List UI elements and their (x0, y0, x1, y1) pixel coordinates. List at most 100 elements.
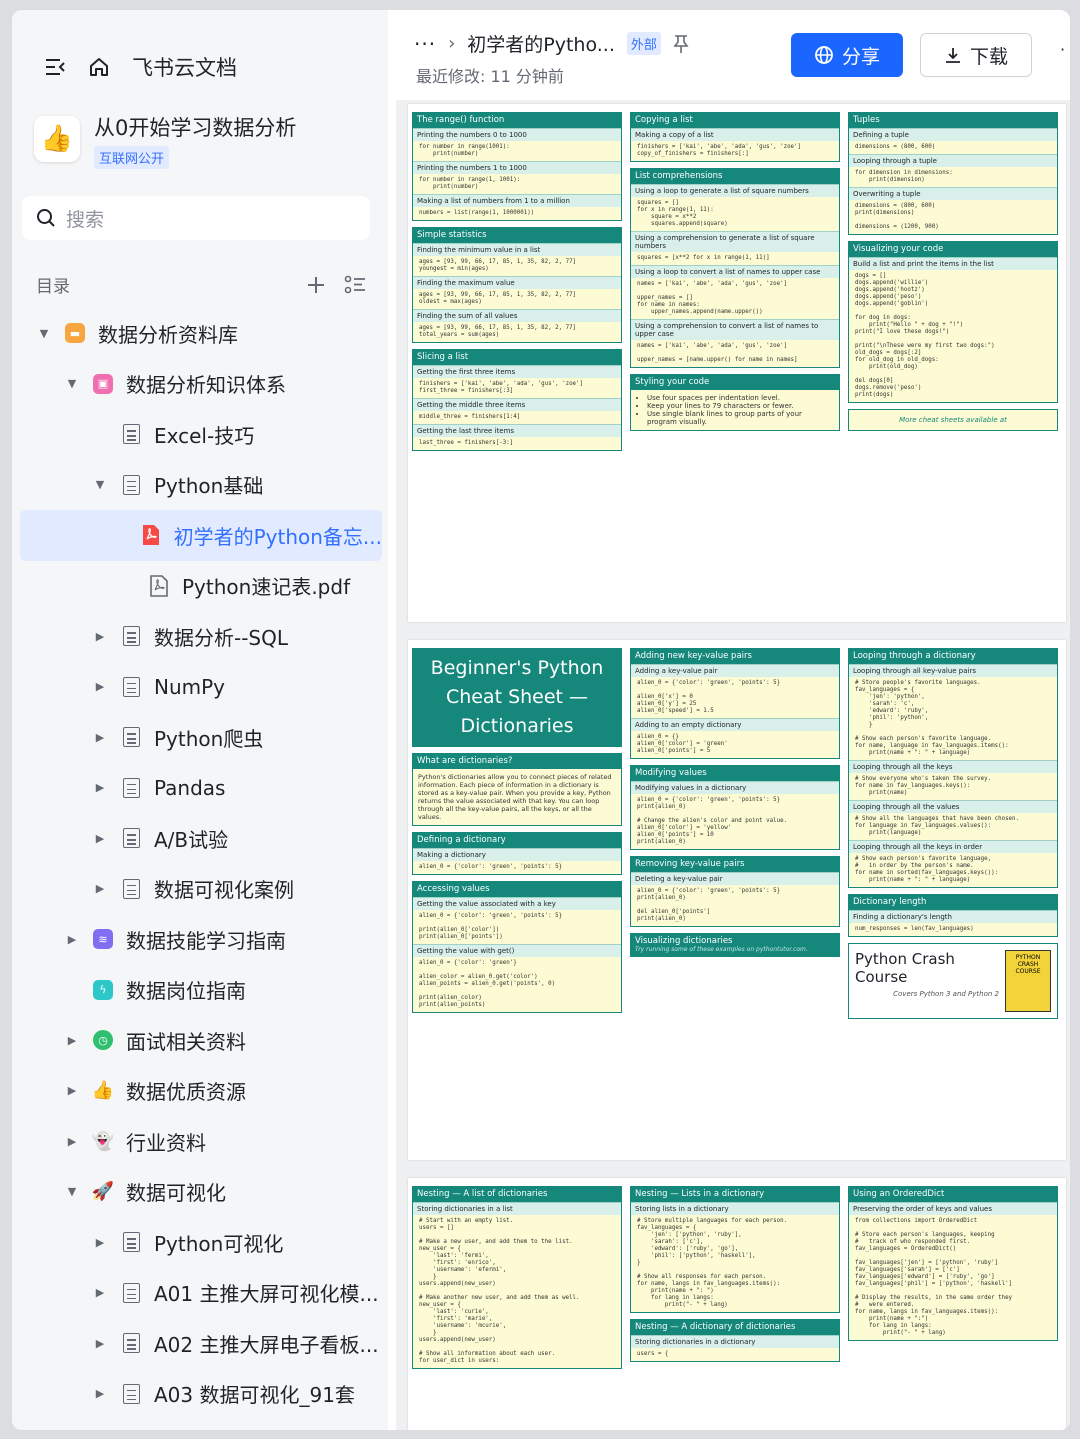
chevron-down-icon[interactable]: ▼ (64, 1185, 80, 1198)
tree-item[interactable]: ▶ A02 主推大屏电子看板... (12, 1318, 388, 1369)
card-header: Defining a dictionary (413, 833, 621, 848)
pin-icon[interactable] (673, 34, 689, 54)
brand-title[interactable]: 飞书云文档 (132, 52, 237, 82)
doc-icon (120, 1231, 142, 1253)
tree-item[interactable]: 初学者的Python备忘... (20, 510, 382, 561)
code-block: alien_0 = {'color': 'green', 'points': 5… (637, 888, 781, 922)
page3-col1: Nesting — A list of dictionaries Storing … (412, 1186, 622, 1375)
card-row-label: Overwriting a tuple (849, 187, 1057, 200)
card-row-label: Modifying values in a dictionary (631, 781, 839, 794)
tree-item[interactable]: ▶ NumPy (12, 662, 388, 713)
cheat-card: Copying a list Making a copy of a list fin… (630, 112, 840, 162)
search-input[interactable]: 搜索 (22, 196, 370, 240)
tree-item[interactable]: ▶ Python爬虫 (12, 712, 388, 763)
chevron-right-icon[interactable]: ▶ (64, 933, 80, 946)
bullet-item: Keep your lines to 79 characters or fewe… (647, 402, 833, 410)
code-block: # Show all the languages that have been … (855, 816, 1020, 836)
tree-item[interactable]: ▶ 👻 行业资料 (12, 1116, 388, 1167)
tree-item[interactable]: ϟ 数据岗位指南 (12, 965, 388, 1016)
main-panel: ··· › 初学者的Pytho... 外部 最近修改: 11 分钟前 分享 下载… (388, 10, 1070, 1430)
code-block: # Start with an empty list. users = [] #… (419, 1218, 580, 1364)
chevron-down-icon[interactable]: ▼ (36, 327, 52, 340)
code-block: dogs = [] dogs.append('willie') dogs.app… (855, 273, 995, 398)
chevron-down-icon[interactable]: ▼ (64, 377, 80, 390)
card-paragraph: Python's dictionaries allow you to conne… (413, 769, 621, 825)
download-button[interactable]: 下载 (920, 33, 1032, 77)
card-row-label: Getting the value with get() (413, 944, 621, 957)
pdf-viewer[interactable]: The range() function Printing the numbers… (396, 100, 1070, 1430)
chevron-right-icon[interactable]: ▶ (92, 731, 108, 744)
card-header: List comprehensions (631, 169, 839, 184)
tree-item[interactable]: ▶ A03 数据可视化_91套 (12, 1369, 388, 1420)
share-button[interactable]: 分享 (791, 33, 903, 77)
tree-item-label: NumPy (154, 674, 226, 699)
tree-item[interactable]: ▶ 👍 数据优质资源 (12, 1066, 388, 1117)
chevron-right-icon[interactable]: ▶ (64, 1084, 80, 1097)
card-title: Modifying values (635, 768, 707, 778)
chevron-right-icon[interactable]: ▶ (92, 1337, 108, 1350)
chevron-right-icon[interactable]: ▶ (64, 1135, 80, 1148)
home-icon[interactable] (88, 56, 110, 78)
more-vertical-icon[interactable]: · (1060, 42, 1065, 58)
pdf-outline-icon (148, 574, 170, 597)
toc-label: 目录 (36, 277, 70, 297)
chevron-right-icon[interactable]: ▶ (92, 781, 108, 794)
ghost-icon: 👻 (91, 1130, 115, 1152)
card-row-label: Making a list of numbers from 1 to a mil… (413, 194, 621, 207)
tree-item[interactable]: ▼ ▬ 数据分析资料库 (12, 308, 388, 359)
tree-item[interactable]: ▶ Python可视化 (12, 1217, 388, 1268)
tree-item[interactable]: ▶ ≋ 数据技能学习指南 (12, 914, 388, 965)
code-block: alien_0 = {'color': 'green', 'points': 5… (637, 680, 781, 714)
workspace-title[interactable]: 从0开始学习数据分析 (94, 112, 296, 142)
sidebar: 飞书云文档 👍 从0开始学习数据分析 互联网公开 搜索 目录 ▼ ▬ 数据分析资料库… (12, 10, 388, 1430)
tree-item[interactable]: ▶ A/B试验 (12, 813, 388, 864)
collapse-sidebar-icon[interactable] (44, 57, 66, 77)
tree-item[interactable]: ▼ Python基础 (12, 460, 388, 511)
public-badge: 互联网公开 (94, 146, 170, 169)
chevron-right-icon[interactable]: ▶ (92, 1387, 108, 1400)
chevron-right-icon[interactable]: ▶ (64, 1034, 80, 1047)
tree-item[interactable]: ▼ ▣ 数据分析知识体系 (12, 359, 388, 410)
list-settings-icon[interactable] (344, 275, 366, 295)
tree-item[interactable]: Python速记表.pdf (12, 561, 388, 612)
card-title: List comprehensions (635, 171, 723, 181)
cheat-card: Adding new key-value pairs Adding a key-v… (630, 648, 840, 759)
tree-item[interactable]: ▶ 数据分析--SQL (12, 611, 388, 662)
card-header: Simple statistics (413, 228, 621, 243)
code-block: for dimension in dimensions: print(dimen… (855, 170, 953, 183)
chevron-right-icon[interactable]: ▶ (92, 680, 108, 693)
tree-item-label: 数据可视化案例 (154, 878, 294, 903)
chevron-right-icon[interactable]: ▶ (92, 832, 108, 845)
card-row-label: Deleting a key-value pair (631, 872, 839, 885)
code-block: squares = [x**2 for x in range(1, 11)] (637, 255, 770, 261)
card-row-label: Printing the numbers 1 to 1000 (413, 161, 621, 174)
card-row-label: Getting the middle three items (413, 398, 621, 411)
tree-item[interactable]: ▶ A01 主推大屏可视化模... (12, 1268, 388, 1319)
card-title: Defining a dictionary (417, 835, 506, 845)
tree-item[interactable]: ▶ ◷ 面试相关资料 (12, 1015, 388, 1066)
book-title: Python Crash Course (855, 950, 955, 986)
workspace-avatar[interactable]: 👍 (34, 116, 80, 162)
chevron-right-icon[interactable]: ▶ (92, 630, 108, 643)
globe-icon (814, 45, 834, 65)
add-icon[interactable] (306, 275, 326, 295)
more-icon[interactable]: ··· (414, 32, 436, 56)
toc-header: 目录 (36, 272, 366, 297)
tree-item[interactable]: ▶ 数据可视化案例 (12, 864, 388, 915)
cheat-card: Using an OrderedDict Preserving the order… (848, 1186, 1058, 1341)
code-block: finishers = ['kai', 'abe', 'ada', 'gus',… (637, 144, 802, 157)
doc-title[interactable]: 初学者的Pytho... (467, 30, 615, 57)
last-modified: 最近修改: 11 分钟前 (416, 67, 564, 86)
tree-item-label: Excel-技巧 (154, 423, 255, 448)
chevron-right-icon[interactable]: ▶ (92, 1236, 108, 1249)
tree-item[interactable]: Excel-技巧 (12, 409, 388, 460)
chevron-down-icon[interactable]: ▼ (92, 478, 108, 491)
chevron-right-icon[interactable]: ▶ (92, 882, 108, 895)
chevron-right-icon[interactable]: ▶ (92, 1286, 108, 1299)
card-title: Simple statistics (417, 230, 487, 240)
card-header: Modifying values (631, 766, 839, 781)
tree-item[interactable]: ▶ Pandas (12, 763, 388, 814)
code-block: alien_0 = {'color': 'green', 'points': 5… (637, 797, 788, 845)
pdf-page-3: Nesting — A list of dictionaries Storing … (408, 1178, 1066, 1430)
tree-item[interactable]: ▼ 🚀 数据可视化 (12, 1167, 388, 1218)
